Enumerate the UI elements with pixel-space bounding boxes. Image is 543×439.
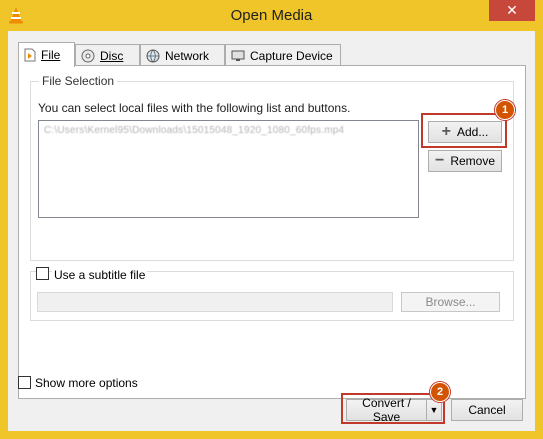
tab-capture-device[interactable]: Capture Device [225, 44, 341, 66]
title-bar[interactable]: Open Media ✕ [0, 0, 543, 32]
file-selection-legend: File Selection [39, 74, 118, 88]
subtitle-checkbox-label: Use a subtitle file [52, 268, 148, 282]
show-more-options-checkbox[interactable] [18, 376, 31, 389]
minus-icon: − [434, 152, 445, 169]
browse-button-label: Browse... [425, 295, 476, 309]
file-icon [24, 48, 36, 62]
capture-device-icon [231, 50, 245, 61]
cancel-button-label: Cancel [468, 403, 506, 417]
highlight-box-2 [341, 393, 445, 424]
tab-network[interactable]: Network [140, 44, 225, 66]
remove-button-label: Remove [450, 154, 496, 168]
file-tab-panel: File Selection You can select local file… [18, 65, 526, 399]
step-badge-1: 1 [495, 100, 515, 120]
tab-file[interactable]: File [18, 42, 75, 67]
cancel-button[interactable]: Cancel [451, 399, 523, 421]
close-icon: ✕ [506, 2, 518, 18]
file-list[interactable]: C:\Users\Kernel95\Downloads\15015048_192… [38, 120, 419, 218]
remove-button[interactable]: − Remove [428, 150, 502, 172]
file-list-item[interactable]: C:\Users\Kernel95\Downloads\15015048_192… [44, 125, 344, 136]
window-title: Open Media [230, 7, 313, 24]
tab-disc-label: Disc [100, 48, 124, 63]
network-icon [146, 49, 160, 62]
close-button[interactable]: ✕ [489, 0, 535, 21]
browse-button[interactable]: Browse... [401, 292, 500, 312]
disc-icon [81, 49, 95, 62]
tab-disc[interactable]: Disc [75, 44, 140, 66]
open-media-window: Open Media ✕ File Disc Network Capture D… [0, 0, 543, 439]
subtitle-checkbox[interactable] [36, 267, 49, 280]
step-badge-2: 2 [430, 382, 450, 402]
file-selection-description: You can select local files with the foll… [38, 101, 351, 115]
highlight-box-1 [421, 113, 507, 148]
show-more-options-label: Show more options [35, 376, 138, 390]
tab-file-label: File [41, 48, 61, 62]
tab-capture-device-label: Capture Device [250, 48, 333, 63]
dialog-body: File Disc Network Capture Device File Se… [8, 31, 535, 431]
file-selection-group: File Selection You can select local file… [30, 74, 515, 261]
tab-network-label: Network [165, 48, 210, 63]
subtitle-file-field [37, 292, 393, 312]
